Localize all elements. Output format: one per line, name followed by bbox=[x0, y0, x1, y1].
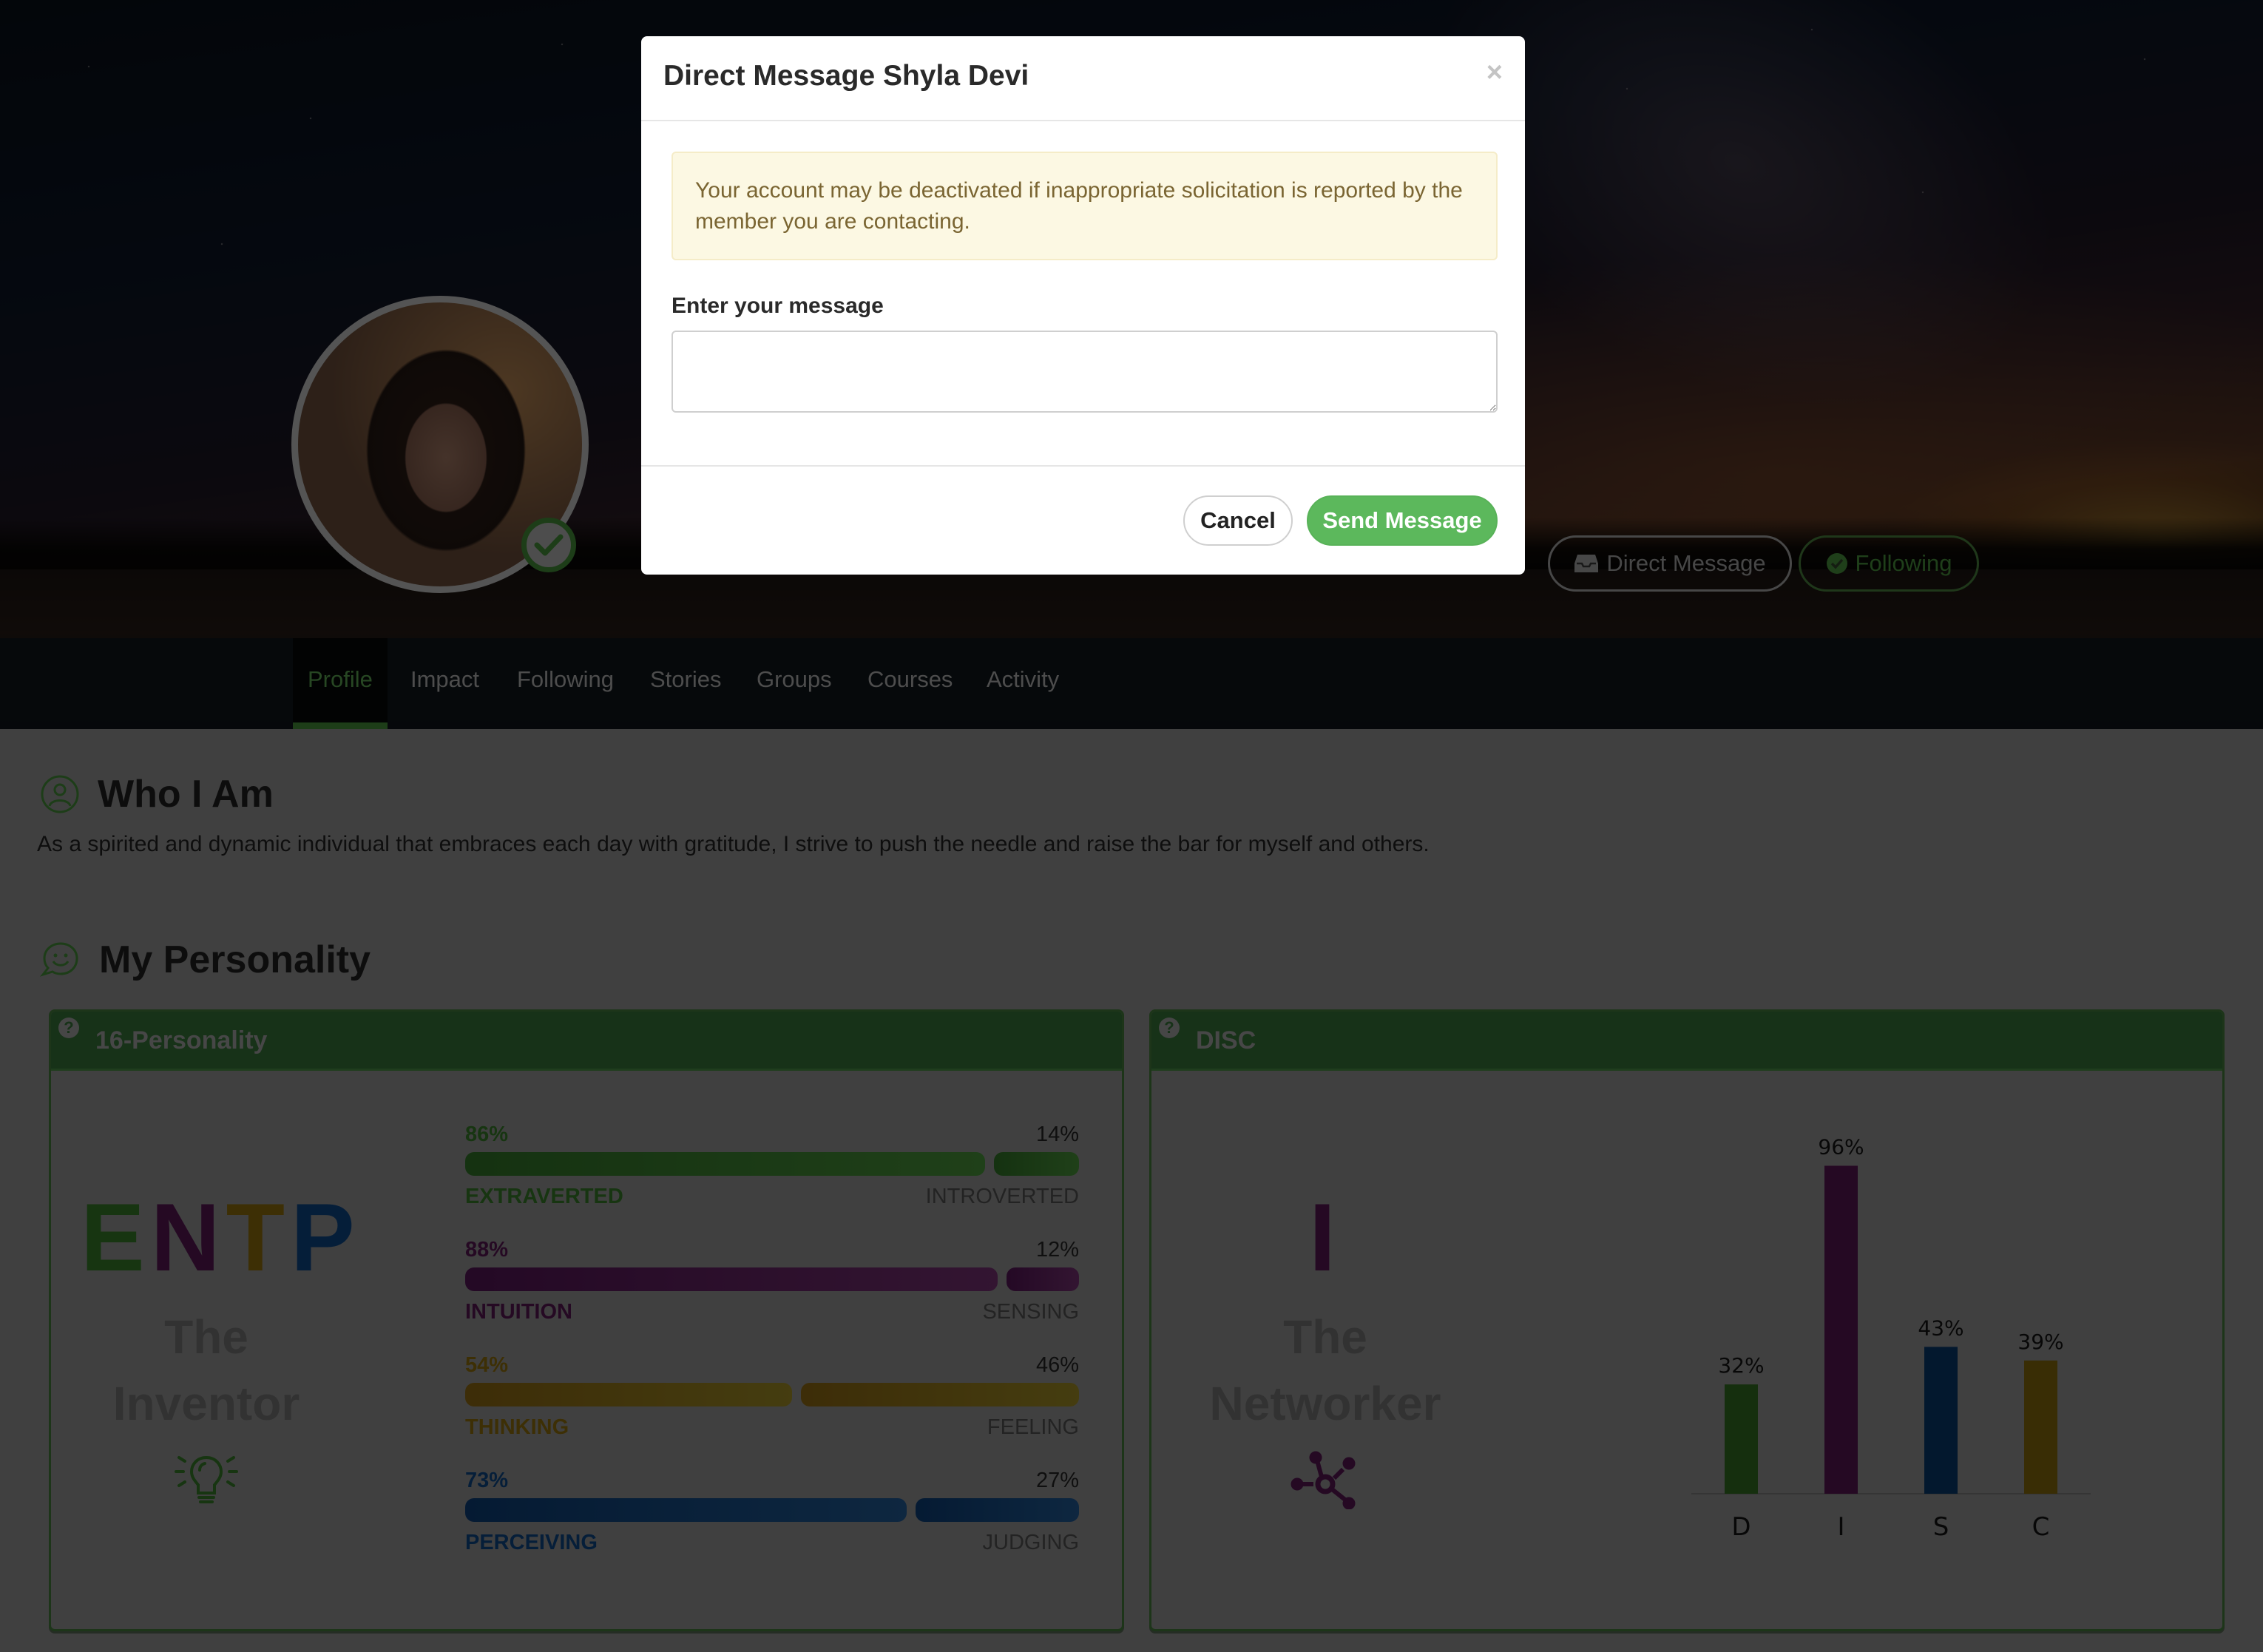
send-message-button[interactable]: Send Message bbox=[1307, 495, 1498, 546]
direct-message-dialog: Direct Message Shyla Devi × Your account… bbox=[641, 36, 1525, 575]
warning-alert: Your account may be deactivated if inapp… bbox=[672, 152, 1498, 260]
dialog-header-divider bbox=[641, 120, 1525, 121]
close-icon[interactable]: × bbox=[1486, 57, 1503, 89]
dialog-footer-divider bbox=[641, 465, 1525, 467]
dialog-title: Direct Message Shyla Devi bbox=[663, 60, 1029, 92]
message-textarea[interactable] bbox=[672, 331, 1498, 413]
cancel-button[interactable]: Cancel bbox=[1183, 495, 1293, 546]
message-label: Enter your message bbox=[672, 294, 884, 318]
